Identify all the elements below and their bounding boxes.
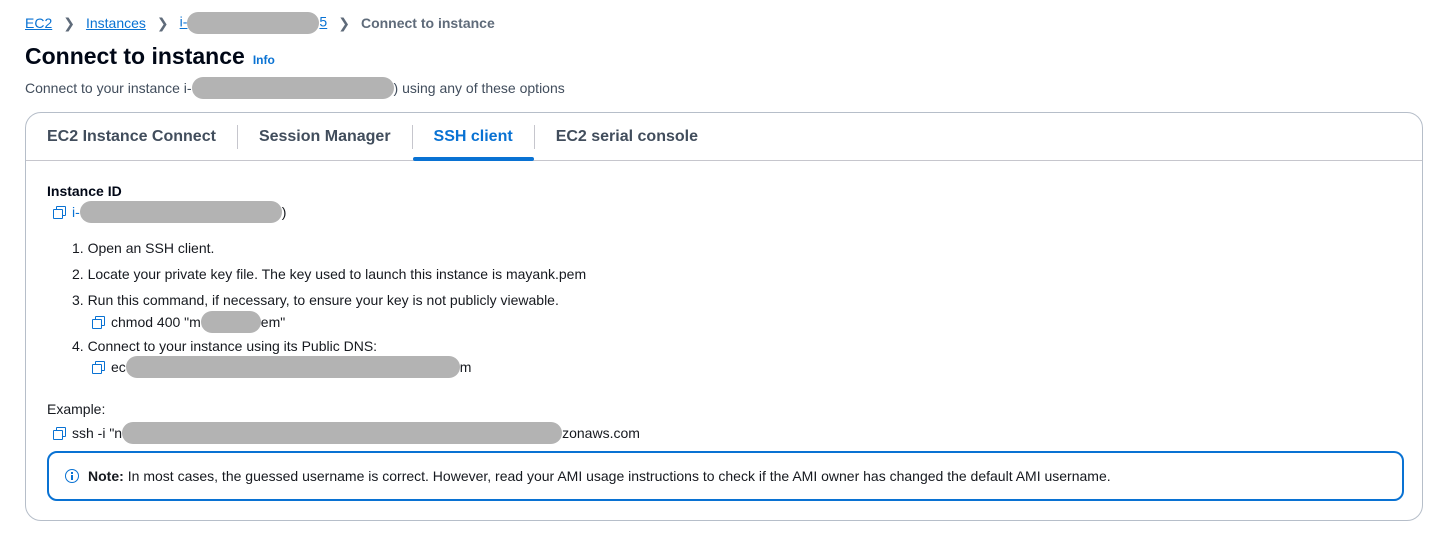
redacted-instance-id xyxy=(191,77,394,99)
dns-suffix: m xyxy=(459,359,472,375)
page-header: Connect to instance Info xyxy=(25,43,275,70)
note-text: In most cases, the guessed username is c… xyxy=(127,468,1111,484)
example-suffix: zonaws.com xyxy=(562,425,640,441)
tab-ec2-serial-console[interactable]: EC2 serial console xyxy=(535,113,719,160)
copy-icon[interactable] xyxy=(92,315,105,329)
copy-icon[interactable] xyxy=(53,426,66,440)
page-subtitle: Connect to your instance i- ) using any o… xyxy=(25,77,565,99)
info-icon xyxy=(65,469,79,483)
breadcrumb-current: Connect to instance xyxy=(360,15,495,31)
instance-id-prefix[interactable]: i- xyxy=(72,204,80,220)
instance-id-suffix: ) xyxy=(281,204,287,220)
step-1: 1. Open an SSH client. xyxy=(72,240,215,256)
tab-list: EC2 Instance Connect Session Manager SSH… xyxy=(26,113,1422,161)
instance-id-label: Instance ID xyxy=(47,183,122,199)
chevron-right-icon: ❯ xyxy=(156,14,169,31)
note-label: Note: xyxy=(88,468,124,484)
breadcrumb-instance-prefix[interactable]: i- xyxy=(180,14,188,30)
chmod-prefix: chmod 400 "m xyxy=(111,314,201,330)
copy-icon[interactable] xyxy=(92,360,105,374)
step-4: 4. Connect to your instance using its Pu… xyxy=(72,338,378,354)
chevron-right-icon: ❯ xyxy=(63,14,75,31)
redacted-instance-id xyxy=(187,12,320,34)
page-title: Connect to instance xyxy=(25,43,245,69)
connect-panel: EC2 Instance Connect Session Manager SSH… xyxy=(25,112,1423,521)
step-2: 2. Locate your private key file. The key… xyxy=(72,266,587,282)
breadcrumb-ec2-link[interactable]: EC2 xyxy=(25,15,52,31)
copy-icon[interactable] xyxy=(53,205,66,219)
example-label: Example: xyxy=(47,401,106,417)
step-3: 3. Run this command, if necessary, to en… xyxy=(72,292,559,308)
info-link[interactable]: Info xyxy=(253,53,275,67)
instance-id-row: i-) xyxy=(53,201,286,223)
redacted-instance-id xyxy=(79,201,282,223)
subtitle-prefix: Connect to your instance i- xyxy=(25,80,192,96)
breadcrumb-instances-link[interactable]: Instances xyxy=(86,15,146,31)
dns-prefix: ec xyxy=(111,359,126,375)
breadcrumb-instance-link[interactable]: i- 5 xyxy=(180,12,327,34)
info-note: Note: In most cases, the guessed usernam… xyxy=(47,451,1404,501)
redacted-example xyxy=(122,422,563,444)
tab-ssh-client[interactable]: SSH client xyxy=(412,113,534,161)
redacted-key-name xyxy=(200,311,261,333)
breadcrumb-instance-suffix[interactable]: 5 xyxy=(319,14,327,30)
breadcrumb: EC2 ❯ Instances ❯ i- 5 ❯ Connect to insta… xyxy=(25,12,495,34)
redacted-dns xyxy=(125,356,460,378)
chmod-suffix: em" xyxy=(260,314,286,330)
chevron-right-icon: ❯ xyxy=(338,14,350,31)
example-prefix: ssh -i "n xyxy=(72,425,123,441)
example-command-row: ssh -i "n zonaws.com xyxy=(53,422,640,444)
tab-ec2-instance-connect[interactable]: EC2 Instance Connect xyxy=(26,113,237,160)
public-dns-row: ec m xyxy=(92,356,471,378)
chmod-command-row: chmod 400 "m em" xyxy=(92,311,285,333)
tab-session-manager[interactable]: Session Manager xyxy=(238,113,412,160)
subtitle-suffix: ) using any of these options xyxy=(393,80,565,96)
